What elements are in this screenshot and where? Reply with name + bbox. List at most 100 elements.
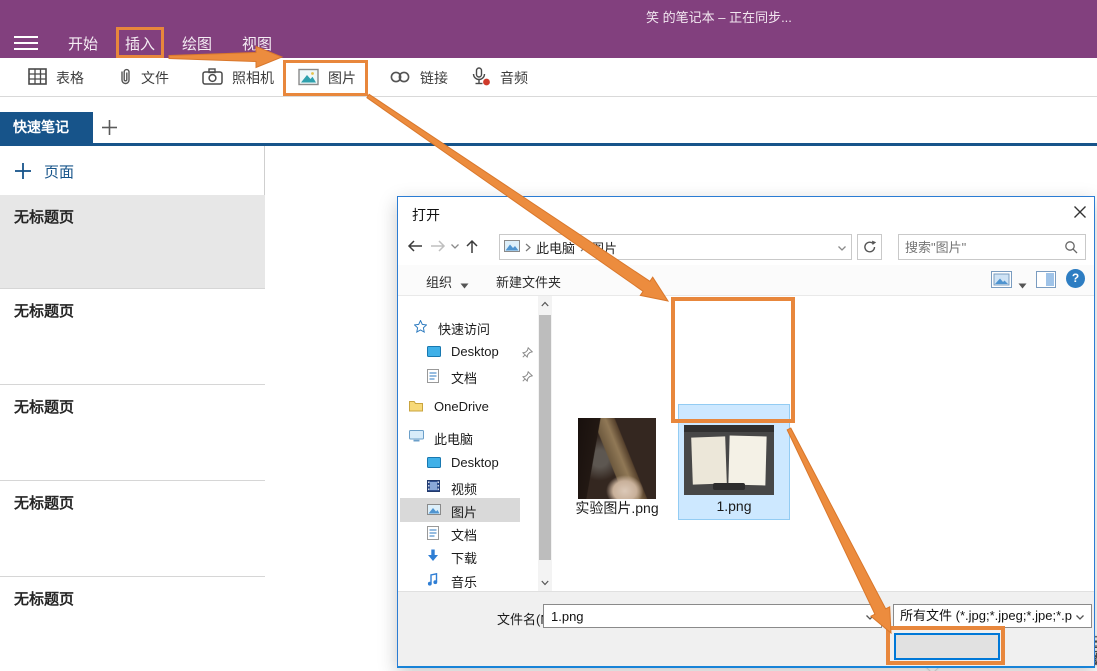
open-button[interactable] — [894, 633, 1000, 660]
add-page-button[interactable]: 页面 — [0, 155, 265, 189]
page-item[interactable]: 无标题页 — [0, 576, 265, 671]
pin-icon — [522, 346, 534, 361]
pin-icon — [522, 370, 534, 385]
file-attach-button-label: 文件 — [141, 70, 169, 86]
dialog-title-bar: 打开 — [398, 197, 1094, 229]
page-list: 无标题页 无标题页 无标题页 无标题页 无标题页 — [0, 195, 265, 671]
nav-item-documents[interactable]: 文档 — [400, 521, 536, 545]
view-thumbnails-icon[interactable] — [991, 271, 1012, 291]
camera-button[interactable]: 照相机 — [202, 67, 274, 89]
document-icon — [427, 526, 439, 543]
refresh-icon[interactable] — [857, 234, 882, 260]
picture-button-label: 图片 — [328, 70, 356, 86]
notebook-title: 笑 的笔记本 – 正在同步... — [646, 10, 792, 25]
dialog-footer: 文件名(N): 所有文件 (*.jpg;*.jpeg;*.jpe;*.p — [398, 591, 1094, 666]
organize-button[interactable]: 组织 — [426, 272, 452, 291]
star-icon — [413, 319, 428, 336]
recent-locations-chevron-icon[interactable] — [450, 239, 460, 253]
thumbnail-titlebar — [684, 425, 774, 432]
breadcrumb-this-pc[interactable]: 此电脑 — [536, 238, 575, 257]
search-input[interactable] — [905, 238, 1057, 256]
link-icon — [389, 70, 411, 87]
table-icon — [28, 68, 47, 88]
download-arrow-icon — [427, 549, 439, 565]
forward-arrow-icon[interactable] — [429, 239, 447, 253]
tab-home[interactable]: 开始 — [68, 33, 98, 54]
add-section-button[interactable] — [101, 119, 118, 136]
picture-button[interactable]: 图片 — [298, 67, 356, 89]
nav-item-videos[interactable]: 视频 — [400, 475, 536, 499]
tree-scrollbar[interactable] — [538, 296, 552, 591]
table-button[interactable]: 表格 — [28, 67, 84, 89]
computer-icon — [409, 430, 424, 445]
ribbon-tab-bar: 开始 插入 绘图 视图 — [0, 28, 1097, 58]
new-folder-button[interactable]: 新建文件夹 — [496, 272, 561, 291]
table-button-label: 表格 — [56, 70, 84, 86]
page-list-panel: 页面 无标题页 无标题页 无标题页 无标题页 无标题页 — [0, 146, 265, 671]
nav-item-desktop-pinned[interactable]: Desktop — [400, 340, 536, 364]
thumbnail-book-page-left — [691, 436, 727, 485]
breadcrumb-pictures[interactable]: 图片 — [591, 238, 617, 257]
search-icon[interactable] — [1064, 240, 1078, 254]
filename-input[interactable] — [551, 608, 851, 624]
address-dropdown-chevron-icon[interactable] — [837, 240, 847, 255]
breadcrumb-chevron-icon — [525, 240, 531, 255]
tab-view[interactable]: 视图 — [242, 33, 272, 54]
titlebar — [0, 0, 1097, 28]
nav-item-desktop[interactable]: Desktop — [400, 451, 536, 475]
file-name-label[interactable]: 实验图片.png — [558, 498, 676, 516]
chevron-down-icon[interactable] — [865, 614, 875, 621]
section-tab-quick-notes[interactable]: 快速笔记 — [0, 112, 93, 143]
audio-button-label: 音频 — [500, 70, 528, 86]
thumbnail-toolbar — [713, 483, 745, 490]
desktop-icon — [427, 456, 441, 471]
nav-item-quick-access[interactable]: 快速访问 — [400, 315, 536, 339]
help-icon[interactable]: ? — [1066, 269, 1085, 288]
nav-item-this-pc[interactable]: 此电脑 — [400, 425, 536, 449]
file-thumbnail-1png[interactable] — [684, 425, 774, 495]
audio-button[interactable]: 音频 — [470, 66, 528, 90]
link-button[interactable]: 链接 — [389, 67, 448, 89]
view-dropdown-icon[interactable] — [1018, 277, 1027, 292]
back-arrow-icon[interactable] — [406, 239, 424, 253]
page-item-selected[interactable]: 无标题页 — [0, 195, 265, 288]
music-note-icon — [427, 572, 439, 589]
up-arrow-icon[interactable] — [464, 239, 482, 253]
file-name-label[interactable]: 1.png — [679, 498, 789, 516]
nav-item-music[interactable]: 音乐 — [400, 568, 536, 592]
page-item[interactable]: 无标题页 — [0, 480, 265, 576]
close-icon[interactable] — [1072, 204, 1090, 222]
nav-item-documents-pinned[interactable]: 文档 — [400, 364, 536, 388]
open-file-dialog: 打开 此电脑 图片 组织 新建文件夹 ? — [397, 196, 1095, 668]
paperclip-icon — [118, 67, 132, 90]
page-item[interactable]: 无标题页 — [0, 384, 265, 480]
nav-item-label: 图片 — [451, 505, 478, 520]
page-item[interactable]: 无标题页 — [0, 288, 265, 384]
link-button-label: 链接 — [420, 70, 448, 86]
nav-item-pictures-selected[interactable]: 图片 — [400, 498, 520, 522]
hamburger-menu-icon[interactable] — [14, 36, 38, 50]
scrollbar-thumb[interactable] — [539, 315, 551, 560]
tab-draw[interactable]: 绘图 — [182, 33, 212, 54]
file-thumbnail-experiment-image[interactable] — [578, 418, 656, 499]
chevron-down-icon — [1076, 615, 1084, 620]
microphone-icon — [470, 66, 491, 90]
scroll-up-icon[interactable] — [541, 301, 549, 307]
filename-combobox — [543, 604, 882, 628]
thumbnail-book-page-right — [728, 435, 767, 486]
section-bar: 快速笔记 — [0, 110, 1097, 146]
tab-insert[interactable]: 插入 — [125, 33, 155, 54]
file-attach-button[interactable]: 文件 — [118, 67, 169, 89]
nav-item-onedrive[interactable]: OneDrive — [400, 395, 536, 419]
organize-dropdown-icon[interactable] — [460, 277, 469, 292]
dialog-body: 快速访问 Desktop 文档 OneDrive 此电脑 Desktop 视频 … — [398, 296, 1094, 591]
nav-item-downloads[interactable]: 下载 — [400, 544, 536, 568]
insert-toolbar: 表格 文件 照相机 图片 链接 音频 — [0, 58, 1097, 97]
scroll-down-icon[interactable] — [541, 580, 549, 586]
breadcrumb-chevron-icon — [580, 240, 586, 255]
filetype-dropdown[interactable]: 所有文件 (*.jpg;*.jpeg;*.jpe;*.p — [893, 604, 1092, 628]
preview-pane-icon[interactable] — [1036, 271, 1056, 291]
camera-icon — [202, 68, 223, 88]
plus-icon — [15, 163, 31, 179]
address-box[interactable]: 此电脑 图片 — [499, 234, 852, 260]
